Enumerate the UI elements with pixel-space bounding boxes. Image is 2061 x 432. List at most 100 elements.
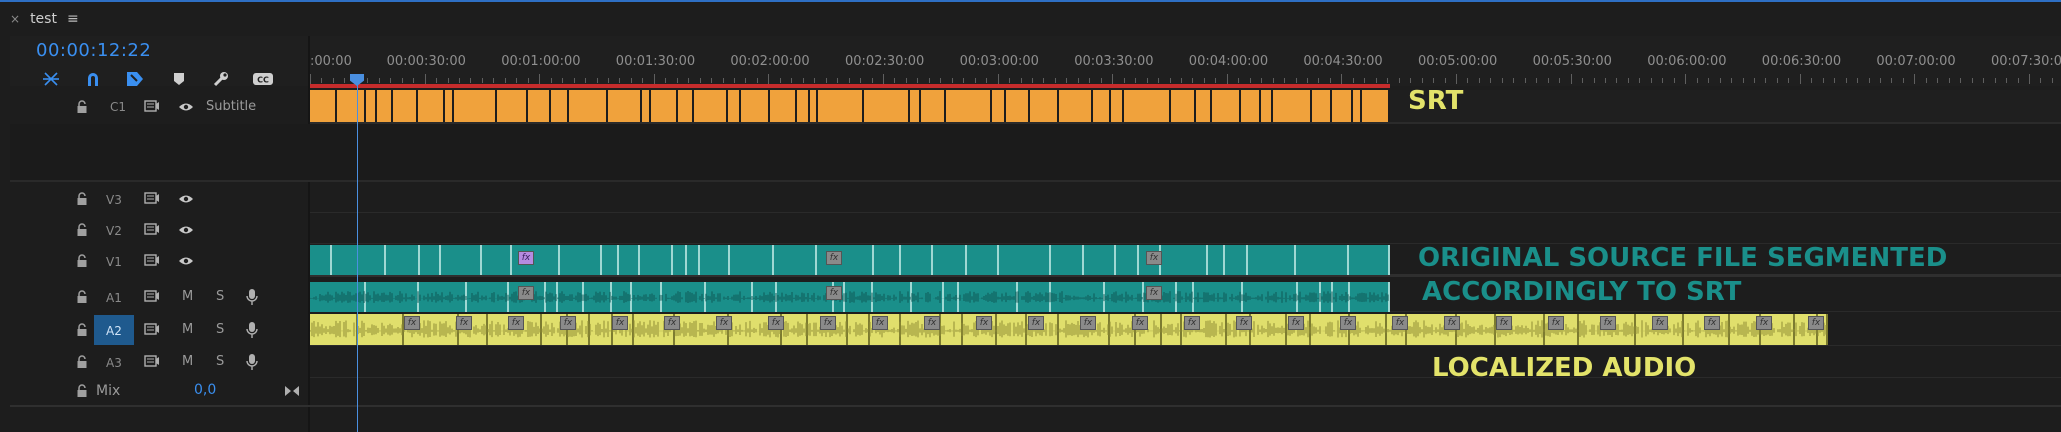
fx-badge[interactable]: fx [518, 251, 534, 265]
fx-badge[interactable]: fx [1652, 316, 1668, 330]
timeline-clip[interactable] [481, 245, 512, 275]
timeline-clip[interactable] [770, 90, 797, 122]
timeline-clip[interactable] [693, 90, 728, 122]
timeline-clip[interactable] [1058, 90, 1094, 122]
microphone-icon[interactable] [246, 288, 258, 306]
timeline-clip[interactable] [677, 90, 694, 122]
timeline-clip[interactable] [497, 90, 529, 122]
timeline-clip[interactable] [672, 245, 688, 275]
timeline-clip[interactable] [1006, 90, 1030, 122]
timeline-clip[interactable] [774, 245, 817, 275]
lock-icon[interactable] [76, 192, 88, 206]
mute-button[interactable]: M [182, 322, 193, 337]
timeline-clip[interactable] [1123, 90, 1172, 122]
timeline-clip[interactable] [699, 245, 731, 275]
timeline-clip[interactable] [1083, 245, 1116, 275]
fx-badge[interactable]: fx [1808, 316, 1824, 330]
solo-button[interactable]: S [216, 354, 224, 369]
sync-lock-icon[interactable] [144, 192, 160, 204]
track-header-c1[interactable]: C1 Subtitle [10, 94, 308, 120]
fx-badge[interactable]: fx [1496, 316, 1512, 330]
timeline-clip[interactable] [727, 90, 741, 122]
video-clips[interactable] [310, 245, 1390, 275]
timeline-clip[interactable] [900, 245, 933, 275]
timeline-clip[interactable] [992, 90, 1007, 122]
sync-lock-icon[interactable] [144, 223, 160, 235]
mute-button[interactable]: M [182, 289, 193, 304]
track-header-mix[interactable]: Mix 0,0 [10, 378, 310, 404]
fx-badge[interactable]: fx [924, 316, 940, 330]
timeline-clip[interactable] [393, 90, 418, 122]
timeline-clip[interactable] [331, 245, 387, 275]
lock-icon[interactable] [76, 223, 88, 237]
timeline-clip[interactable] [650, 90, 678, 122]
playhead-timecode[interactable]: 00:00:12:22 [36, 40, 151, 61]
timeline-clip[interactable] [863, 90, 911, 122]
fx-badge[interactable]: fx [664, 316, 680, 330]
fx-badge[interactable]: fx [1444, 316, 1460, 330]
timeline-clip[interactable] [386, 245, 420, 275]
timeline-clip[interactable] [1110, 90, 1124, 122]
microphone-icon[interactable] [246, 321, 258, 339]
timeline-clip[interactable] [310, 90, 337, 122]
timeline-clip[interactable] [608, 90, 642, 122]
fx-badge[interactable]: fx [1236, 316, 1252, 330]
fx-badge[interactable]: fx [1392, 316, 1408, 330]
v2-track-area[interactable] [310, 213, 2061, 244]
fx-badge[interactable]: fx [1704, 316, 1720, 330]
timeline-clip[interactable] [551, 90, 570, 122]
timeline-clip[interactable] [1207, 245, 1225, 275]
fx-badge[interactable]: fx [1600, 316, 1616, 330]
eye-icon[interactable] [178, 193, 194, 205]
timeline-clip[interactable] [641, 90, 651, 122]
eye-icon[interactable] [178, 255, 194, 267]
fx-badge[interactable]: fx [1288, 316, 1304, 330]
timeline-clip[interactable] [796, 90, 810, 122]
timeline-clip[interactable] [910, 90, 922, 122]
timeline-clip[interactable] [559, 245, 603, 275]
timeline-clip[interactable] [454, 90, 498, 122]
timeline-clip[interactable] [1349, 245, 1390, 275]
sync-lock-icon[interactable] [144, 254, 160, 266]
timeline-clip[interactable] [336, 90, 367, 122]
timeline-clip[interactable] [1224, 245, 1249, 275]
solo-button[interactable]: S [216, 322, 224, 337]
fx-badge[interactable]: fx [826, 286, 842, 300]
track-header-v2[interactable]: V2 [10, 217, 210, 243]
fx-badge[interactable]: fx [976, 316, 992, 330]
sync-lock-icon[interactable] [144, 290, 160, 302]
mute-button[interactable]: M [182, 354, 193, 369]
timeline-clip[interactable] [1260, 90, 1274, 122]
fx-badge[interactable]: fx [1340, 316, 1356, 330]
lock-icon[interactable] [76, 323, 88, 337]
a3-track-area[interactable] [310, 347, 2061, 378]
timeline-clip[interactable] [417, 90, 446, 122]
timeline-clip[interactable] [445, 90, 455, 122]
timeline-clip[interactable] [569, 90, 609, 122]
fx-badge[interactable]: fx [612, 316, 628, 330]
lock-icon[interactable] [76, 355, 88, 369]
playhead-line[interactable] [357, 80, 358, 432]
timeline-clip[interactable] [730, 245, 775, 275]
fx-badge[interactable]: fx [716, 316, 732, 330]
timeline-clip[interactable] [1240, 90, 1261, 122]
timeline-clip[interactable] [1332, 90, 1354, 122]
track-header-a1[interactable]: A1 M S [10, 284, 270, 310]
timeline-clip[interactable] [1353, 90, 1363, 122]
track-header-v1[interactable]: V1 [10, 248, 210, 274]
timeline-clip[interactable] [1211, 90, 1241, 122]
fx-badge[interactable]: fx [1756, 316, 1772, 330]
timeline-clip[interactable] [1160, 245, 1208, 275]
timeline-clip[interactable] [528, 90, 552, 122]
timeline-clip[interactable] [419, 245, 442, 275]
timeline-clip[interactable] [687, 245, 700, 275]
timeline-clip[interactable] [967, 245, 1000, 275]
fx-badge[interactable]: fx [1548, 316, 1564, 330]
fx-badge[interactable]: fx [1146, 286, 1162, 300]
timeline-clip[interactable] [310, 245, 332, 275]
v3-track-area[interactable] [310, 182, 2061, 213]
solo-button[interactable]: S [216, 289, 224, 304]
fx-badge[interactable]: fx [1028, 316, 1044, 330]
lock-icon[interactable] [76, 100, 88, 114]
fx-badge[interactable]: fx [1184, 316, 1200, 330]
